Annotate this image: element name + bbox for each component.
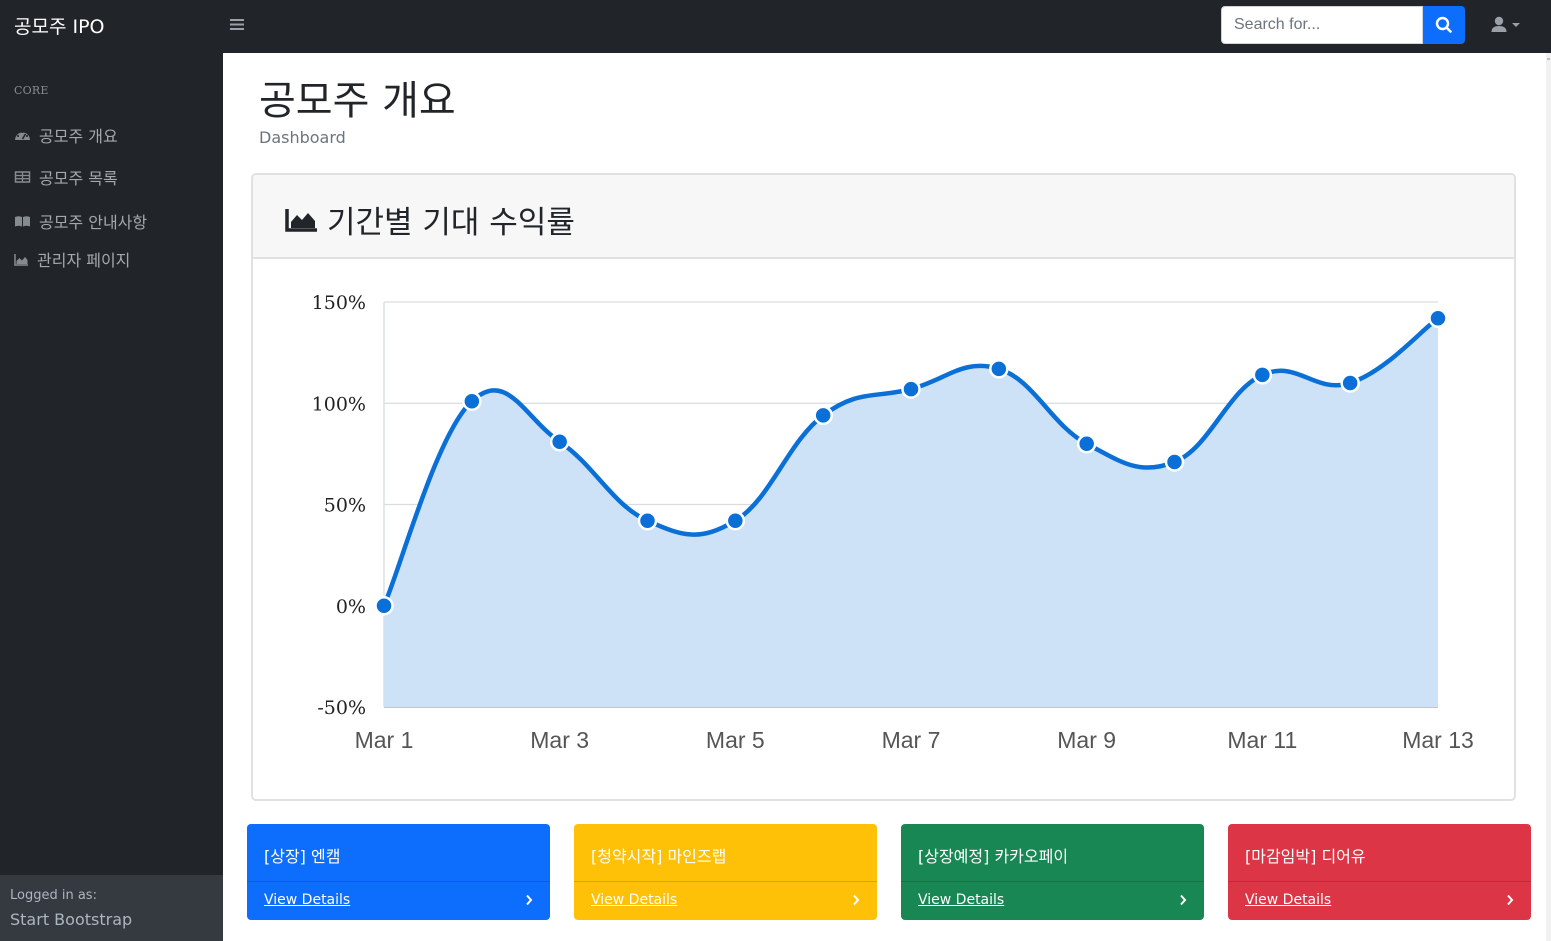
tachometer-icon xyxy=(15,131,30,140)
search-button[interactable] xyxy=(1423,6,1465,44)
status-card-body: [상장예정] 카카오페이 xyxy=(901,824,1204,881)
x-tick-label: Mar 5 xyxy=(706,727,765,753)
view-details-link[interactable]: View Details xyxy=(918,892,1004,908)
hamburger-icon xyxy=(230,19,244,30)
status-card-footer: View Details xyxy=(574,881,877,920)
status-card-title: [상장] 엔캠 xyxy=(264,847,341,866)
status-card-body: [마감임박] 디어유 xyxy=(1228,824,1531,881)
view-details-link[interactable]: View Details xyxy=(591,892,677,908)
y-tick-label: 0% xyxy=(336,596,366,618)
status-card-footer: View Details xyxy=(247,881,550,920)
chevron-right-icon[interactable] xyxy=(525,894,533,906)
area-chart-icon xyxy=(14,253,28,266)
x-tick-label: Mar 13 xyxy=(1402,727,1474,753)
chevron-right-icon[interactable] xyxy=(1506,894,1514,906)
brand-link[interactable]: 공모주 IPO xyxy=(14,12,105,39)
sidebar-item-label: 공모주 목록 xyxy=(39,169,118,188)
sidebar-item-guide[interactable]: 공모주 안내사항 xyxy=(14,208,147,234)
status-card-footer: View Details xyxy=(901,881,1204,920)
status-card-title: [마감임박] 디어유 xyxy=(1245,847,1366,866)
view-details-link[interactable]: View Details xyxy=(264,892,350,908)
data-point xyxy=(989,359,1009,379)
status-card-title: [청약시작] 마인즈랩 xyxy=(591,847,727,866)
data-point xyxy=(1340,373,1360,393)
status-card-subscription: [청약시작] 마인즈랩 View Details xyxy=(574,824,877,920)
x-tick-label: Mar 1 xyxy=(355,727,414,753)
chevron-right-icon[interactable] xyxy=(1179,894,1187,906)
sidebar-item-overview[interactable]: 공모주 개요 xyxy=(14,122,118,148)
sidebar-item-label: 공모주 안내사항 xyxy=(39,213,148,232)
data-point xyxy=(1428,308,1448,328)
sidebar-item-label: 공모주 개요 xyxy=(39,127,118,146)
data-point xyxy=(637,510,658,531)
x-tick-label: Mar 11 xyxy=(1227,727,1297,753)
sidebar-item-list[interactable]: 공모주 목록 xyxy=(14,164,118,190)
user-icon xyxy=(1491,16,1520,32)
expected-return-chart: 150% 100% 50% 0% -50% Mar 1 Mar 3 Mar 5 Mar 7 Mar… xyxy=(312,292,1474,753)
search-input[interactable] xyxy=(1221,6,1423,44)
data-point xyxy=(725,510,746,531)
chevron-right-icon[interactable] xyxy=(852,894,860,906)
status-card-upcoming: [상장예정] 카카오페이 View Details xyxy=(901,824,1204,920)
y-tick-label: -50% xyxy=(317,697,366,719)
x-tick-label: Mar 3 xyxy=(530,727,589,753)
data-point xyxy=(1164,452,1185,472)
caret-down-icon xyxy=(1512,23,1520,27)
sidebar-heading: CORE xyxy=(14,84,49,97)
user-dropdown-toggle[interactable] xyxy=(1488,13,1528,39)
chart-card: 기간별 기대 수익률 150% 100% 50% 0% -50% Mar 1 Mar 3 Ma… xyxy=(251,173,1516,801)
status-card-body: [상장] 엔캠 xyxy=(247,824,550,881)
data-point xyxy=(1076,434,1097,454)
data-point xyxy=(1252,365,1273,385)
logged-in-label: Logged in as: xyxy=(10,888,97,903)
scrollbar[interactable] xyxy=(1546,53,1551,941)
y-tick-label: 150% xyxy=(312,292,366,314)
sidebar-footer: Logged in as: Start Bootstrap xyxy=(0,875,223,941)
status-card-closing: [마감임박] 디어유 View Details xyxy=(1228,824,1531,920)
data-point xyxy=(813,405,833,426)
series-area xyxy=(384,318,1438,707)
table-icon xyxy=(14,171,31,183)
data-point xyxy=(374,596,394,616)
data-point xyxy=(462,391,482,411)
search-form xyxy=(1221,6,1465,44)
top-navbar: 공모주 IPO xyxy=(0,0,1551,53)
status-card-listed: [상장] 엔캠 View Details xyxy=(247,824,550,920)
data-point xyxy=(549,431,570,452)
sidebar-item-admin[interactable]: 관리자 페이지 xyxy=(14,246,130,272)
x-tick-label: Mar 9 xyxy=(1057,727,1116,753)
book-icon xyxy=(15,216,30,227)
status-card-footer: View Details xyxy=(1228,881,1531,920)
scrollbar-thumb[interactable] xyxy=(1547,58,1550,60)
sidebar-item-label: 관리자 페이지 xyxy=(37,251,131,270)
sidebar-toggle-button[interactable] xyxy=(230,15,244,36)
data-point xyxy=(901,379,921,399)
sidebar: CORE 공모주 개요 공모주 목록 공모주 안내사항 관리자 페이지 Logg… xyxy=(0,53,223,941)
breadcrumb: Dashboard xyxy=(259,128,346,147)
view-details-link[interactable]: View Details xyxy=(1245,892,1331,908)
page-title: 공모주 개요 xyxy=(259,78,456,124)
y-tick-label: 100% xyxy=(312,393,366,415)
status-card-title: [상장예정] 카카오페이 xyxy=(918,847,1069,866)
x-tick-label: Mar 7 xyxy=(882,727,941,753)
search-icon xyxy=(1435,16,1452,33)
status-card-body: [청약시작] 마인즈랩 xyxy=(574,824,877,881)
y-tick-label: 50% xyxy=(324,495,366,517)
logged-in-user: Start Bootstrap xyxy=(10,910,133,929)
